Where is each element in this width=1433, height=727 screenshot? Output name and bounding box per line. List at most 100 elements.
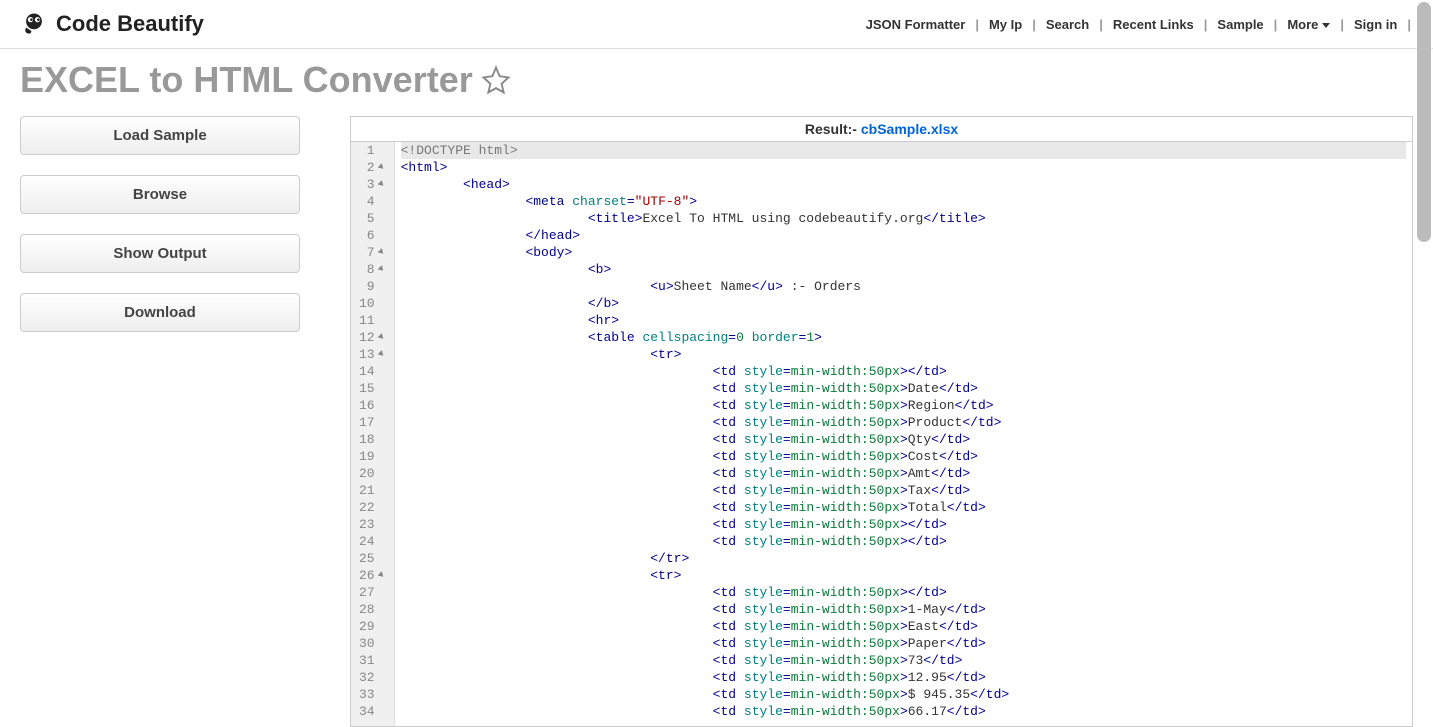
logo-text: Code Beautify — [56, 11, 204, 37]
code-line[interactable]: <td style=min-width:50px></td> — [401, 363, 1406, 380]
code-line[interactable]: <td style=min-width:50px>12.95</td> — [401, 669, 1406, 686]
nav-search[interactable]: Search — [1042, 15, 1093, 34]
gutter-line: 13 — [359, 346, 386, 363]
code-line[interactable]: <td style=min-width:50px>Product</td> — [401, 414, 1406, 431]
gutter-line: 7 — [359, 244, 386, 261]
code-line[interactable]: <td style=min-width:50px></td> — [401, 516, 1406, 533]
download-button[interactable]: Download — [20, 293, 300, 332]
gutter-line: 15 — [359, 380, 386, 397]
code-line[interactable]: <title>Excel To HTML using codebeautify.… — [401, 210, 1406, 227]
gutter-line: 34 — [359, 703, 386, 720]
code-line[interactable]: <body> — [401, 244, 1406, 261]
gutter-line: 24 — [359, 533, 386, 550]
nav-sample[interactable]: Sample — [1213, 15, 1267, 34]
code-line[interactable]: <td style=min-width:50px></td> — [401, 584, 1406, 601]
code-line[interactable]: <td style=min-width:50px></td> — [401, 533, 1406, 550]
editor-code[interactable]: <!DOCTYPE html><html> <head> <meta chars… — [395, 142, 1412, 726]
page-title: EXCEL to HTML Converter — [20, 59, 473, 101]
page-title-area: EXCEL to HTML Converter — [0, 49, 1433, 116]
content: Load Sample Browse Show Output Download … — [0, 116, 1433, 727]
gutter-line: 28 — [359, 601, 386, 618]
gutter-line: 20 — [359, 465, 386, 482]
code-line[interactable]: <td style=min-width:50px>Cost</td> — [401, 448, 1406, 465]
gutter-line: 1 — [359, 142, 386, 159]
result-label: Result:- — [805, 121, 861, 137]
result-area: Result:- cbSample.xlsx 12345678910111213… — [350, 116, 1413, 727]
gutter-line: 29 — [359, 618, 386, 635]
code-line[interactable]: <td style=min-width:50px>Date</td> — [401, 380, 1406, 397]
gutter-line: 33 — [359, 686, 386, 703]
editor-gutter: 1234567891011121314151617181920212223242… — [351, 142, 395, 726]
gutter-line: 22 — [359, 499, 386, 516]
gutter-line: 25 — [359, 550, 386, 567]
code-line[interactable]: <td style=min-width:50px>$ 945.35</td> — [401, 686, 1406, 703]
gutter-line: 18 — [359, 431, 386, 448]
show-output-button[interactable]: Show Output — [20, 234, 300, 273]
gutter-line: 5 — [359, 210, 386, 227]
code-line[interactable]: <td style=min-width:50px>Qty</td> — [401, 431, 1406, 448]
code-line[interactable]: <html> — [401, 159, 1406, 176]
gutter-line: 17 — [359, 414, 386, 431]
code-line[interactable]: <td style=min-width:50px>Paper</td> — [401, 635, 1406, 652]
nav-links: JSON Formatter| My Ip| Search| Recent Li… — [862, 15, 1413, 34]
gutter-line: 32 — [359, 669, 386, 686]
fold-icon[interactable] — [378, 164, 386, 171]
nav-more[interactable]: More — [1283, 15, 1334, 34]
code-line[interactable]: </b> — [401, 295, 1406, 312]
scrollbar[interactable] — [1417, 2, 1431, 242]
code-line[interactable]: <td style=min-width:50px>66.17</td> — [401, 703, 1406, 720]
code-line[interactable]: <td style=min-width:50px>1-May</td> — [401, 601, 1406, 618]
fold-icon[interactable] — [378, 249, 386, 256]
load-sample-button[interactable]: Load Sample — [20, 116, 300, 155]
gutter-line: 2 — [359, 159, 386, 176]
header: Code Beautify JSON Formatter| My Ip| Sea… — [0, 0, 1433, 49]
fold-icon[interactable] — [378, 351, 386, 358]
code-line[interactable]: <td style=min-width:50px>Region</td> — [401, 397, 1406, 414]
sidebar: Load Sample Browse Show Output Download — [20, 116, 300, 727]
code-line[interactable]: <tr> — [401, 346, 1406, 363]
code-line[interactable]: <tr> — [401, 567, 1406, 584]
fold-icon[interactable] — [378, 334, 386, 341]
gutter-line: 26 — [359, 567, 386, 584]
code-line[interactable]: <table cellspacing=0 border=1> — [401, 329, 1406, 346]
gutter-line: 10 — [359, 295, 386, 312]
code-line[interactable]: <td style=min-width:50px>Total</td> — [401, 499, 1406, 516]
gutter-line: 4 — [359, 193, 386, 210]
fold-icon[interactable] — [378, 181, 386, 188]
code-line[interactable]: </head> — [401, 227, 1406, 244]
nav-json-formatter[interactable]: JSON Formatter — [862, 15, 970, 34]
logo-area[interactable]: Code Beautify — [20, 10, 204, 38]
gutter-line: 27 — [359, 584, 386, 601]
code-line[interactable]: <td style=min-width:50px>Amt</td> — [401, 465, 1406, 482]
code-line[interactable]: <hr> — [401, 312, 1406, 329]
nav-sign-in[interactable]: Sign in — [1350, 15, 1401, 34]
code-line[interactable]: <head> — [401, 176, 1406, 193]
code-line[interactable]: <b> — [401, 261, 1406, 278]
chevron-down-icon — [1322, 23, 1330, 28]
code-line[interactable]: <u>Sheet Name</u> :- Orders — [401, 278, 1406, 295]
code-line[interactable]: <td style=min-width:50px>73</td> — [401, 652, 1406, 669]
gutter-line: 16 — [359, 397, 386, 414]
code-line[interactable]: <td style=min-width:50px>East</td> — [401, 618, 1406, 635]
code-line[interactable]: </tr> — [401, 550, 1406, 567]
gutter-line: 9 — [359, 278, 386, 295]
code-line[interactable]: <td style=min-width:50px>Tax</td> — [401, 482, 1406, 499]
gutter-line: 21 — [359, 482, 386, 499]
gutter-line: 12 — [359, 329, 386, 346]
gutter-line: 3 — [359, 176, 386, 193]
result-filename[interactable]: cbSample.xlsx — [861, 121, 958, 137]
code-line[interactable]: <!DOCTYPE html> — [401, 142, 1406, 159]
result-header: Result:- cbSample.xlsx — [351, 117, 1412, 142]
gutter-line: 30 — [359, 635, 386, 652]
code-line[interactable]: <meta charset="UTF-8"> — [401, 193, 1406, 210]
gutter-line: 11 — [359, 312, 386, 329]
fold-icon[interactable] — [378, 266, 386, 273]
code-editor[interactable]: 1234567891011121314151617181920212223242… — [351, 142, 1412, 726]
gutter-line: 19 — [359, 448, 386, 465]
nav-my-ip[interactable]: My Ip — [985, 15, 1026, 34]
nav-recent-links[interactable]: Recent Links — [1109, 15, 1198, 34]
browse-button[interactable]: Browse — [20, 175, 300, 214]
fold-icon[interactable] — [378, 572, 386, 579]
star-icon[interactable] — [481, 65, 511, 95]
gutter-line: 8 — [359, 261, 386, 278]
